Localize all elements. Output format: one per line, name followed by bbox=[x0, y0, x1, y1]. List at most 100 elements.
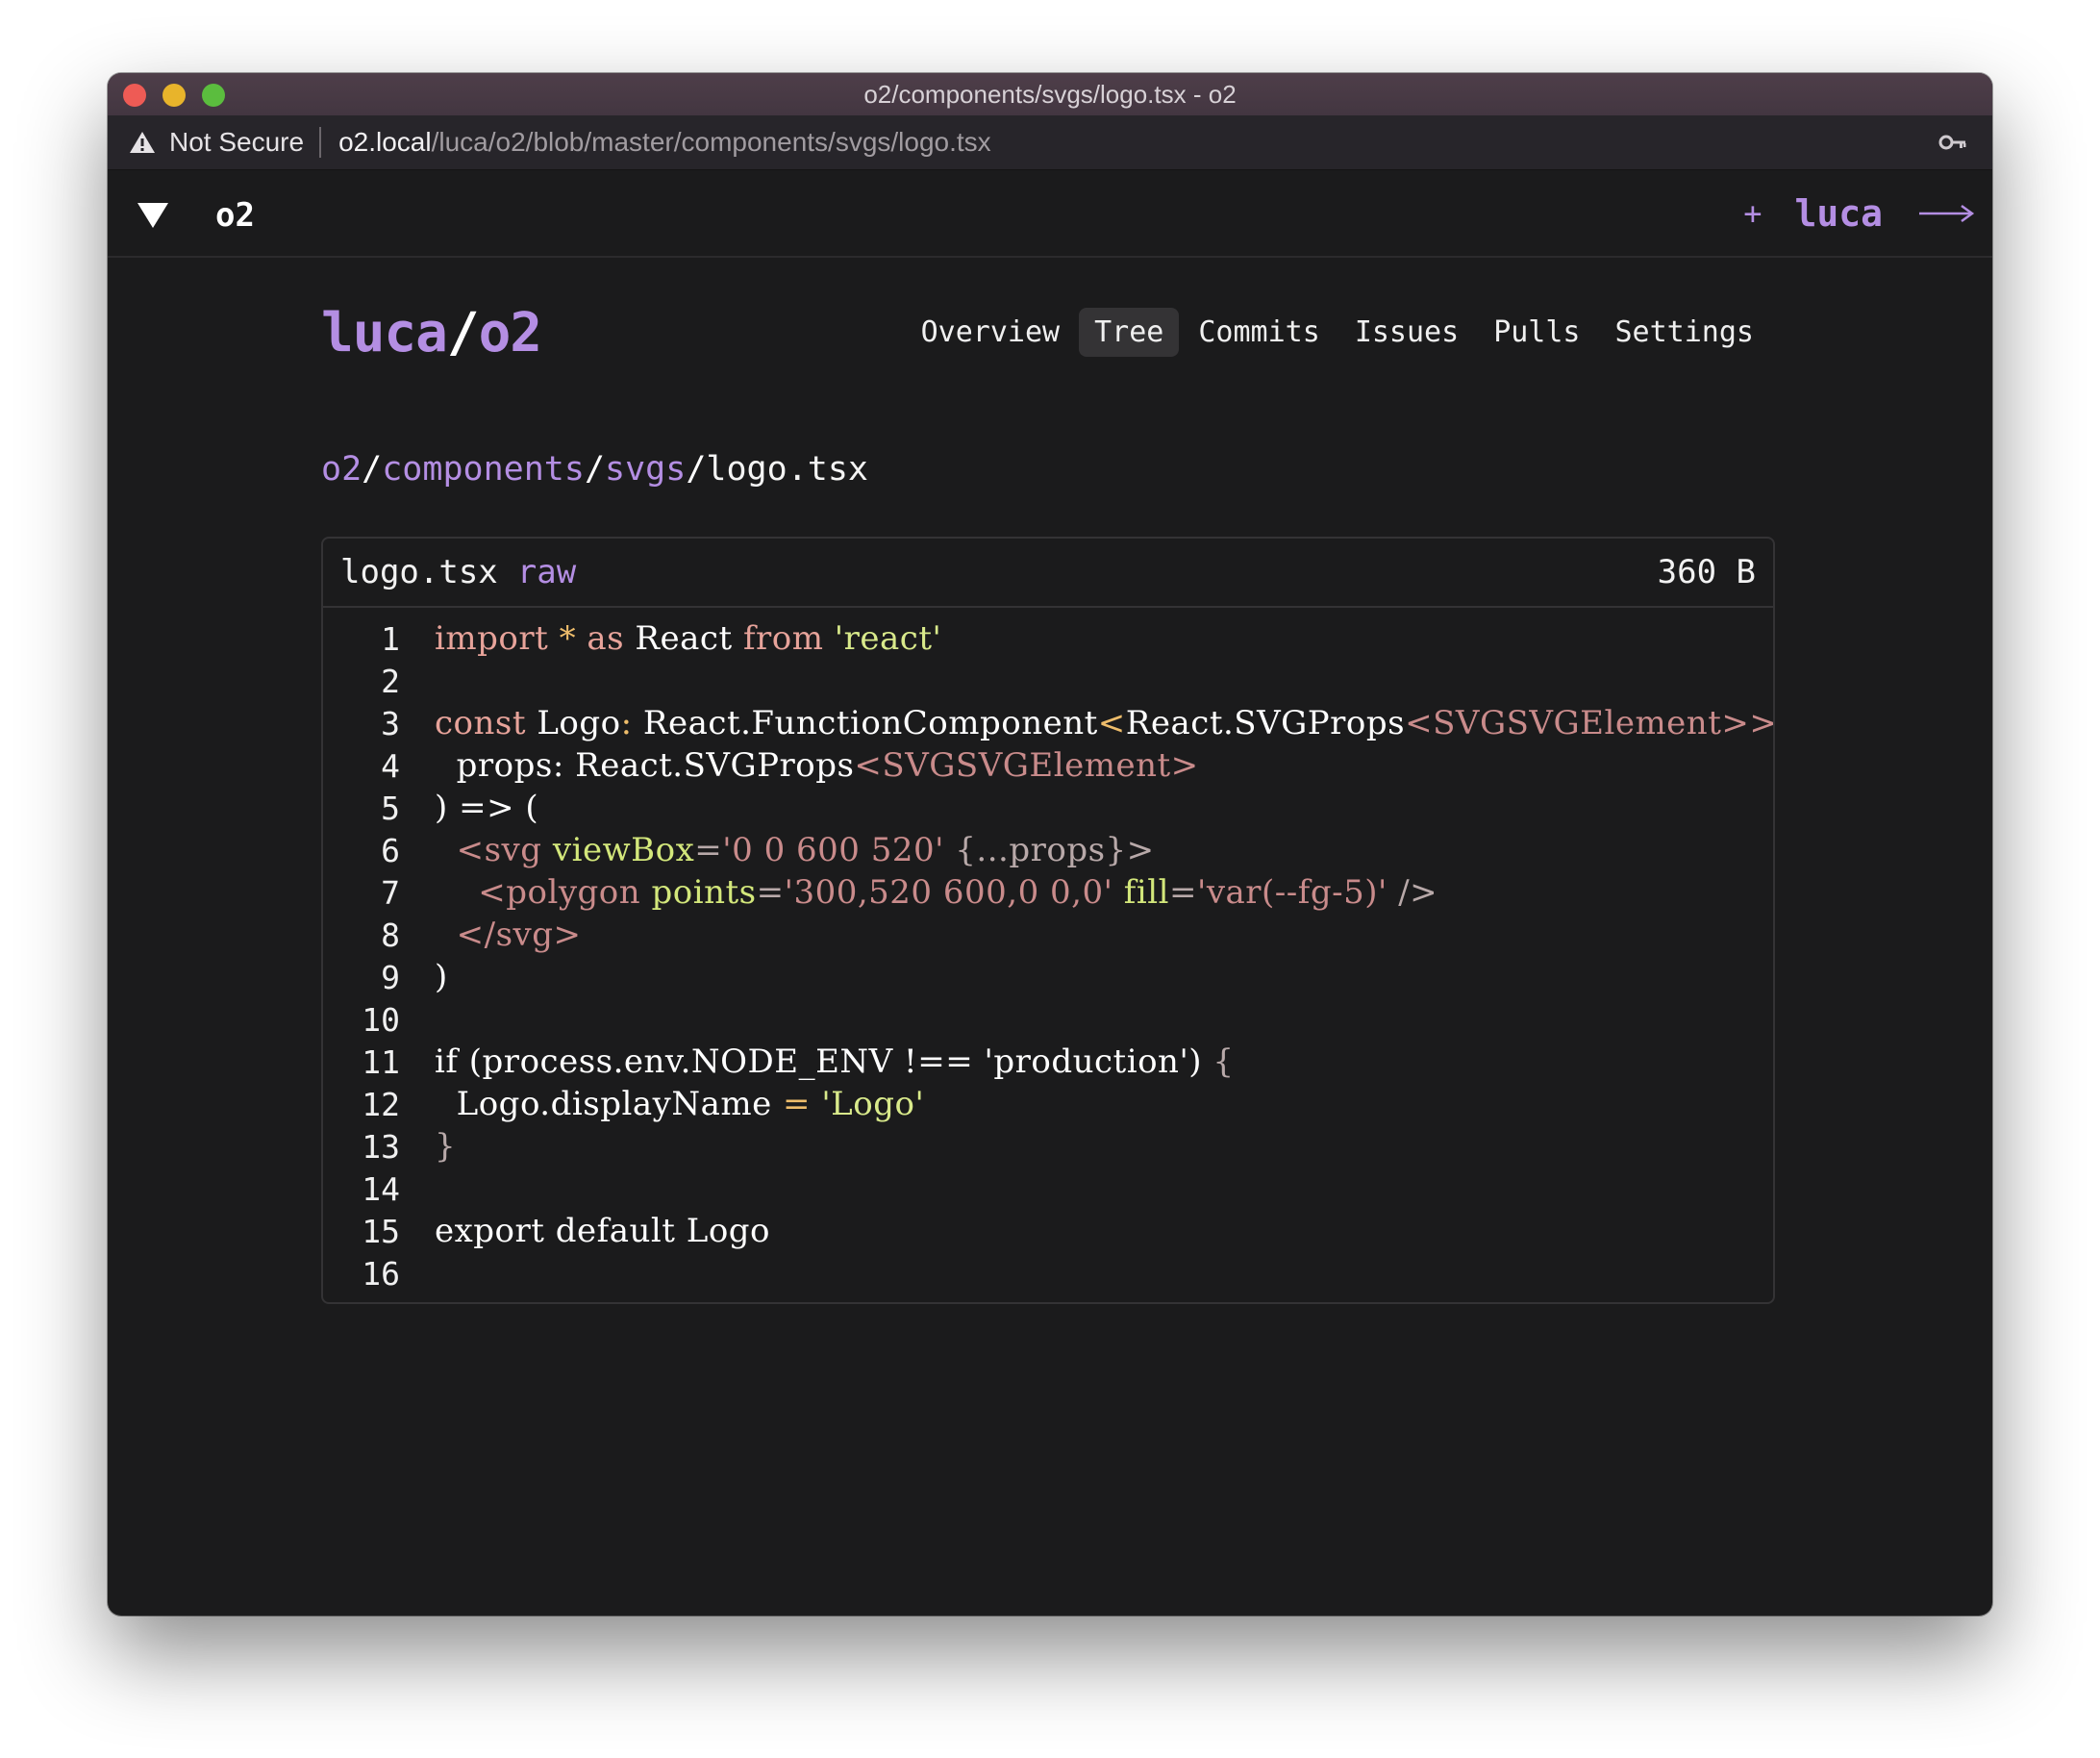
repo-owner-link[interactable]: luca bbox=[321, 302, 448, 364]
address-bar[interactable]: Not Secure o2.local/luca/o2/blob/master/… bbox=[108, 115, 1992, 170]
header-actions: + luca bbox=[1743, 192, 1975, 235]
repo-title-slash: / bbox=[446, 302, 480, 364]
code-token: => bbox=[459, 789, 515, 827]
tab-overview[interactable]: Overview bbox=[906, 308, 1076, 357]
code-line: 13} bbox=[323, 1125, 1773, 1168]
code-line: 5) => ( bbox=[323, 787, 1773, 829]
file-size: 360 B bbox=[1657, 553, 1756, 591]
key-icon[interactable] bbox=[1938, 131, 1967, 154]
url-path[interactable]: /luca/o2/blob/master/components/svgs/log… bbox=[432, 127, 991, 158]
code-token: <polygon bbox=[478, 873, 641, 912]
warning-icon bbox=[130, 132, 155, 153]
code-token: </svg> bbox=[456, 916, 582, 954]
line-number[interactable]: 4 bbox=[323, 747, 400, 785]
close-window-button[interactable] bbox=[123, 84, 146, 107]
address-separator bbox=[319, 127, 322, 158]
code-token: props: bbox=[456, 746, 564, 785]
line-number[interactable]: 5 bbox=[323, 790, 400, 827]
minimize-window-button[interactable] bbox=[162, 84, 186, 107]
code-text: ) bbox=[435, 958, 448, 996]
line-number[interactable]: 15 bbox=[323, 1213, 400, 1250]
code-text: } bbox=[435, 1127, 456, 1166]
code-block: 1 import * as React from 'react' 2 3 const L… bbox=[323, 608, 1773, 1294]
code-token: ) bbox=[435, 789, 448, 827]
code-token: const bbox=[435, 704, 527, 742]
line-number[interactable]: 14 bbox=[323, 1170, 400, 1208]
line-number[interactable]: 10 bbox=[323, 1001, 400, 1039]
code-token: React.FunctionComponent bbox=[642, 704, 1098, 742]
code-token: = bbox=[1168, 873, 1197, 912]
line-number[interactable]: 6 bbox=[323, 832, 400, 869]
line-number[interactable]: 7 bbox=[323, 874, 400, 912]
arrow-right-icon[interactable] bbox=[1917, 202, 1975, 225]
code-text: </svg> bbox=[435, 916, 581, 954]
breadcrumb-link[interactable]: components bbox=[382, 450, 585, 489]
code-token: {...props}> bbox=[955, 831, 1155, 869]
raw-link[interactable]: raw bbox=[517, 553, 576, 591]
code-token: <svg bbox=[456, 831, 542, 869]
code-text: export default Logo bbox=[435, 1212, 770, 1250]
line-number[interactable]: 16 bbox=[323, 1255, 400, 1293]
code-token: 'production') bbox=[984, 1042, 1203, 1081]
brand-name[interactable]: o2 bbox=[215, 196, 255, 235]
repo-title: luca/o2 bbox=[321, 302, 542, 364]
code-token: '0 0 600 520' bbox=[722, 831, 944, 869]
code-line: 10 bbox=[323, 998, 1773, 1041]
title-bar: o2/components/svgs/logo.tsx - o2 bbox=[108, 73, 1992, 115]
code-token: = bbox=[756, 873, 785, 912]
plus-icon[interactable]: + bbox=[1743, 195, 1762, 232]
code-token: from bbox=[742, 619, 824, 658]
url-host[interactable]: o2.local bbox=[338, 127, 432, 158]
code-token: = bbox=[783, 1085, 812, 1123]
tab-issues[interactable]: Issues bbox=[1339, 308, 1474, 357]
tab-commits[interactable]: Commits bbox=[1183, 308, 1335, 357]
code-token: : bbox=[620, 704, 633, 742]
line-number[interactable]: 8 bbox=[323, 917, 400, 954]
line-number[interactable]: 2 bbox=[323, 663, 400, 700]
logo-triangle-icon[interactable] bbox=[137, 202, 169, 229]
code-line: 7 <polygon points='300,520 600,0 0,0' fi… bbox=[323, 871, 1773, 914]
tab-pulls[interactable]: Pulls bbox=[1478, 308, 1595, 357]
code-token: Logo.displayName bbox=[456, 1085, 772, 1123]
line-number[interactable]: 13 bbox=[323, 1128, 400, 1166]
code-token: import bbox=[435, 619, 549, 658]
code-token: React bbox=[635, 619, 733, 658]
zoom-window-button[interactable] bbox=[202, 84, 225, 107]
breadcrumb-separator: / bbox=[584, 450, 606, 489]
not-secure-label[interactable]: Not Secure bbox=[169, 127, 304, 158]
code-text: Logo.displayName = 'Logo' bbox=[435, 1085, 924, 1123]
code-line: 2 bbox=[323, 660, 1773, 702]
code-line: 3 const Logo: React.FunctionComponent<Rea… bbox=[323, 702, 1773, 744]
line-number[interactable]: 3 bbox=[323, 705, 400, 742]
user-link[interactable]: luca bbox=[1794, 192, 1883, 235]
code-line: 4 props: React.SVGProps<SVGSVGElement> bbox=[323, 744, 1773, 787]
breadcrumb-link[interactable]: svgs bbox=[605, 450, 686, 489]
window-title: o2/components/svgs/logo.tsx - o2 bbox=[863, 79, 1237, 109]
tab-settings[interactable]: Settings bbox=[1600, 308, 1770, 357]
code-line: 6 <svg viewBox='0 0 600 520' {...props}> bbox=[323, 829, 1773, 871]
breadcrumb: o2/components/svgs/logo.tsx bbox=[321, 450, 868, 489]
line-number[interactable]: 11 bbox=[323, 1043, 400, 1081]
file-viewer: logo.tsx raw 360 B 1 import * as React fr… bbox=[321, 537, 1775, 1304]
tab-tree[interactable]: Tree bbox=[1079, 308, 1180, 357]
line-number[interactable]: 1 bbox=[323, 620, 400, 658]
code-text: props: React.SVGProps<SVGSVGElement> bbox=[435, 746, 1199, 785]
line-number[interactable]: 12 bbox=[323, 1086, 400, 1123]
repo-name-link[interactable]: o2 bbox=[479, 302, 542, 364]
breadcrumb-link[interactable]: o2 bbox=[321, 450, 362, 489]
file-header: logo.tsx raw 360 B bbox=[323, 539, 1773, 608]
line-number[interactable]: 9 bbox=[323, 959, 400, 996]
